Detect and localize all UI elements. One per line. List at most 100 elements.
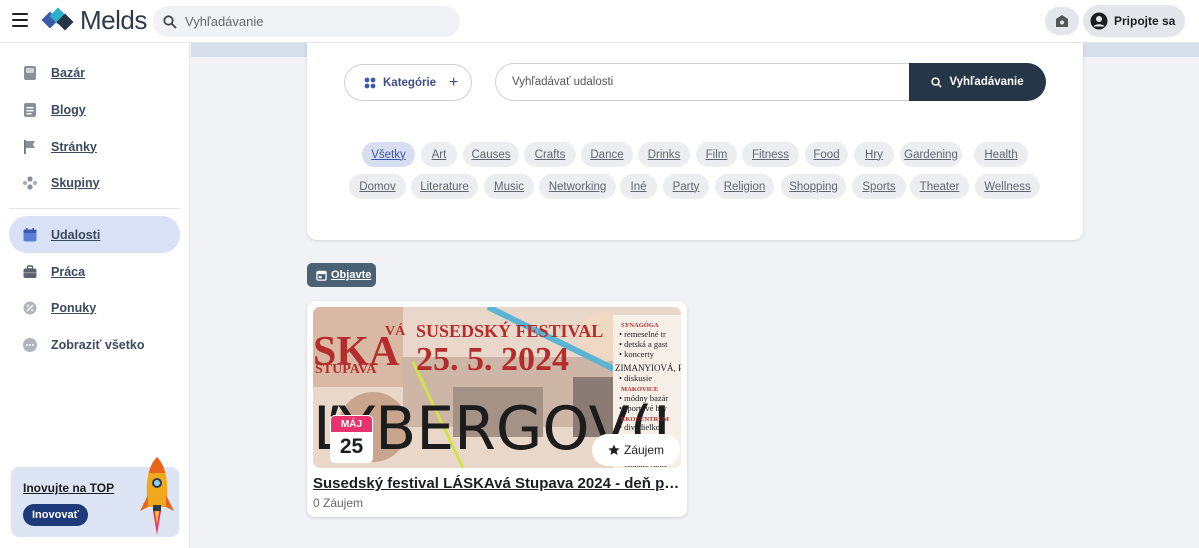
global-search-input[interactable] [185, 14, 445, 29]
poster-side-line: • detská a gast [619, 339, 668, 349]
sidebar-item-label: Ponuky [51, 300, 97, 315]
group-icon [22, 175, 38, 191]
promo-title[interactable]: Inovujte na TOP [23, 481, 114, 495]
grid-icon [364, 77, 376, 88]
logo-icon [41, 7, 74, 30]
upgrade-button[interactable]: Inovovať [23, 504, 88, 526]
chip-religion[interactable]: Religion [715, 174, 774, 199]
flag-icon [22, 139, 38, 155]
user-icon [1090, 12, 1108, 30]
logo[interactable]: Melds [40, 5, 147, 36]
chip-games[interactable]: Hry [854, 142, 894, 167]
discover-button[interactable]: Objavte [307, 263, 376, 287]
discover-label: Objavte [331, 269, 372, 281]
event-interest-count: 0 Záujem [313, 496, 364, 510]
sidebar-item-events[interactable]: Udalosti [9, 216, 180, 253]
poster-side-heading: SYNAGÓGA [621, 321, 659, 329]
chip-causes[interactable]: Causes [463, 142, 519, 167]
sidebar: Bazár Blogy Stránky Skupiny Udalosti Prá… [0, 43, 190, 548]
event-search-input[interactable] [495, 63, 910, 101]
sidebar-item-offers[interactable]: Ponuky [9, 289, 180, 326]
event-date-badge: MÁJ 25 [330, 415, 373, 463]
document-icon [22, 102, 38, 118]
chip-party[interactable]: Party [663, 174, 709, 199]
event-title[interactable]: Susedský festival LÁSKAvá Stupava 2024 -… [313, 475, 683, 492]
category-button[interactable]: Kategórie + [344, 64, 472, 101]
chip-film[interactable]: Film [696, 142, 737, 167]
more-icon [22, 337, 38, 353]
sidebar-item-bazar[interactable]: Bazár [9, 54, 180, 91]
chip-all[interactable]: Všetky [362, 142, 415, 167]
chip-sports[interactable]: Sports [852, 174, 906, 199]
briefcase-icon [22, 264, 38, 280]
poster-side-line: • divadielko [619, 422, 660, 432]
notification-button[interactable] [1045, 7, 1079, 35]
sidebar-item-label: Skupiny [51, 175, 100, 190]
chip-literature[interactable]: Literature [411, 174, 478, 199]
chip-networking[interactable]: Networking [539, 174, 616, 199]
chip-other[interactable]: Iné [620, 174, 657, 199]
chip-drinks[interactable]: Drinks [638, 142, 690, 167]
poster-side-line: • koncerty [619, 349, 655, 359]
chip-art[interactable]: Art [421, 142, 457, 167]
home-icon [1056, 15, 1068, 27]
event-card[interactable]: SKA VÁ STUPAVA SUSEDSKÝ FESTIVAL 25. 5. … [307, 301, 687, 517]
offer-icon [22, 300, 38, 316]
sidebar-item-pages[interactable]: Stránky [9, 128, 180, 165]
event-search-button[interactable]: Vyhľadávanie [909, 63, 1046, 101]
sidebar-item-groups[interactable]: Skupiny [9, 164, 180, 201]
poster-side-heading: MAKOVICE [621, 386, 658, 393]
login-label: Pripojte sa [1114, 14, 1176, 28]
upgrade-promo: Inovujte na TOP Inovovať [11, 457, 179, 537]
brand-name: Melds [80, 5, 147, 35]
poster-left-bottom: STUPAVA [315, 362, 377, 377]
chip-wellness[interactable]: Wellness [975, 174, 1040, 199]
sidebar-item-blogs[interactable]: Blogy [9, 91, 180, 128]
chip-theater[interactable]: Theater [910, 174, 969, 199]
star-icon [608, 444, 620, 455]
sidebar-item-jobs[interactable]: Práca [9, 253, 180, 290]
poster-side-line: • športové hry [619, 403, 668, 413]
search-icon [931, 76, 942, 88]
interest-button[interactable]: Záujem [592, 434, 680, 466]
chip-gardening[interactable]: Gardening [900, 142, 962, 167]
sidebar-divider [9, 208, 180, 209]
event-poster-image[interactable]: SKA VÁ STUPAVA SUSEDSKÝ FESTIVAL 25. 5. … [313, 307, 681, 468]
chip-health[interactable]: Health [974, 142, 1028, 167]
poster-headline: SUSEDSKÝ FESTIVAL [416, 320, 603, 341]
chip-music[interactable]: Music [484, 174, 534, 199]
top-bar: Melds Pripojte sa [0, 0, 1199, 43]
interest-label: Záujem [623, 443, 664, 457]
sidebar-item-label: Bazár [51, 65, 86, 80]
shop-icon [22, 65, 38, 81]
poster-side-name: ZIMANYIOVÁ, P [615, 363, 681, 373]
global-search[interactable] [153, 6, 460, 37]
calendar-icon [316, 270, 327, 281]
search-icon [163, 14, 177, 29]
event-filter-card: Kategórie + Vyhľadávanie Všetky Art Caus… [307, 43, 1083, 240]
sidebar-item-label: Zobraziť všetko [51, 337, 145, 352]
category-label: Kategórie [383, 76, 437, 89]
chip-shopping[interactable]: Shopping [781, 174, 846, 199]
menu-icon[interactable] [12, 13, 28, 27]
poster-side-line: • módny bazár [619, 393, 668, 403]
sidebar-item-label: Blogy [51, 102, 86, 117]
sidebar-item-label: Udalosti [51, 227, 101, 242]
plus-icon: + [449, 73, 459, 91]
sidebar-item-show-all[interactable]: Zobraziť všetko [9, 326, 180, 363]
login-button[interactable]: Pripojte sa [1083, 5, 1185, 37]
chip-food[interactable]: Food [805, 142, 848, 167]
sidebar-item-label: Stránky [51, 139, 97, 154]
rocket-icon [140, 457, 174, 535]
chip-home[interactable]: Domov [349, 174, 406, 199]
poster-date: 25. 5. 2024 [416, 341, 569, 378]
calendar-icon [22, 227, 38, 243]
chip-dance[interactable]: Dance [581, 142, 633, 167]
poster-left-small: VÁ [385, 322, 406, 339]
poster-side-line: • diskusie [619, 373, 652, 383]
sidebar-item-label: Práca [51, 264, 86, 279]
event-search-label: Vyhľadávanie [949, 76, 1024, 88]
poster-side-line: • remeselné tr [619, 329, 666, 339]
chip-crafts[interactable]: Crafts [524, 142, 576, 167]
chip-fitness[interactable]: Fitness [742, 142, 799, 167]
